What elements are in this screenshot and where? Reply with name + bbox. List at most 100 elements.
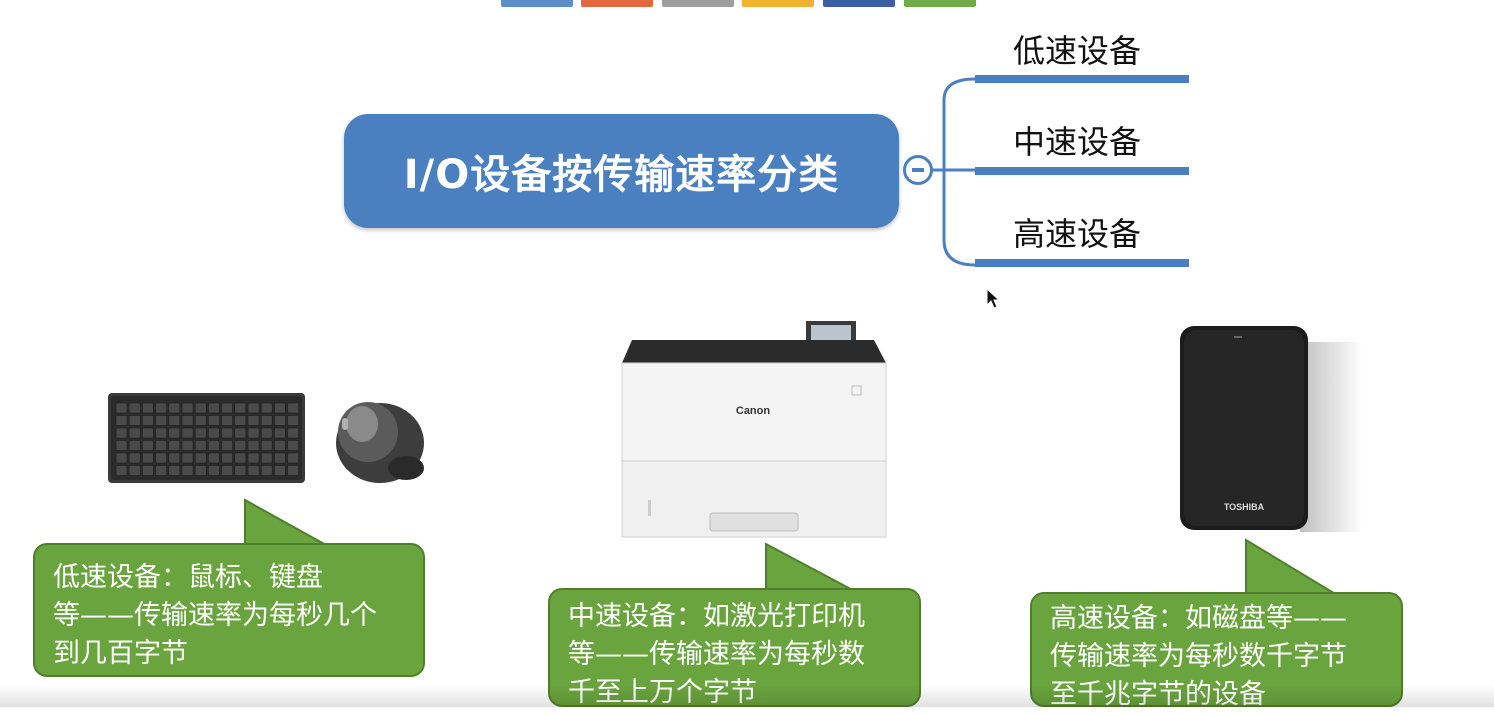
keyboard-key bbox=[287, 452, 299, 464]
keyboard-key bbox=[194, 452, 207, 464]
keyboard-key bbox=[142, 427, 154, 439]
printer-image: Canon bbox=[621, 321, 887, 538]
keyboard-key bbox=[208, 415, 220, 426]
branch-label-low[interactable]: 低速设备 bbox=[1013, 26, 1141, 72]
keyboard-key bbox=[260, 465, 273, 476]
keyboard-key bbox=[194, 440, 207, 451]
callout-low-line-3: 到几百字节 bbox=[53, 638, 188, 669]
keyboard-key bbox=[155, 427, 167, 439]
mindmap-root-label: I/O设备按传输速率分类 bbox=[403, 152, 840, 198]
keyboard-key bbox=[287, 415, 299, 426]
keyboard-key bbox=[287, 465, 299, 476]
keyboard-key bbox=[194, 402, 207, 414]
keyboard-key bbox=[155, 452, 167, 464]
keyboard-key bbox=[234, 427, 247, 439]
keyboard-key bbox=[247, 427, 260, 439]
tab-marker-orange[interactable] bbox=[581, 0, 653, 7]
tab-marker-green[interactable] bbox=[904, 0, 976, 7]
keyboard-key bbox=[247, 440, 260, 451]
keyboard-key bbox=[260, 452, 273, 464]
keyboard-key bbox=[194, 415, 207, 426]
keyboard-key bbox=[234, 402, 247, 414]
keyboard-key bbox=[181, 452, 194, 464]
keyboard-key bbox=[194, 427, 207, 439]
callout-high-line-1: 高速设备：如磁盘等—— bbox=[1050, 603, 1347, 634]
branch-label-mid[interactable]: 中速设备 bbox=[1013, 117, 1141, 163]
callout-mid-line-2: 等——传输速率为每秒数 bbox=[568, 639, 865, 670]
keyboard-key bbox=[234, 415, 247, 426]
keyboard-key bbox=[274, 452, 286, 464]
keyboard-key bbox=[115, 415, 128, 426]
callout-low-speed: 低速设备：鼠标、键盘 等——传输速率为每秒几个 到几百字节 bbox=[33, 543, 425, 677]
printer-brand-label: Canon bbox=[736, 405, 771, 417]
keyboard-key bbox=[208, 427, 220, 439]
keyboard-key bbox=[155, 402, 167, 414]
keyboard-key bbox=[274, 427, 286, 439]
keyboard-key bbox=[115, 440, 128, 451]
keyboard-key bbox=[155, 465, 167, 476]
keyboard-key bbox=[181, 402, 194, 414]
callout-high-line-2: 传输速率为每秒数千字节 bbox=[1050, 641, 1347, 672]
keyboard-key bbox=[247, 452, 260, 464]
mindmap-root-node[interactable]: I/O设备按传输速率分类 bbox=[344, 114, 899, 228]
keyboard-key bbox=[234, 465, 247, 476]
keyboard-key bbox=[128, 415, 141, 426]
tab-marker-darkblue[interactable] bbox=[823, 0, 895, 7]
keyboard-key bbox=[247, 465, 260, 476]
tab-marker-blue[interactable] bbox=[501, 0, 573, 7]
keyboard-key bbox=[274, 440, 286, 451]
keyboard-key bbox=[208, 465, 220, 476]
mouse-image bbox=[336, 402, 424, 483]
tab-marker-gray[interactable] bbox=[662, 0, 734, 7]
keyboard-key bbox=[221, 415, 233, 426]
keyboard-key bbox=[287, 402, 299, 414]
branch-line-mid bbox=[975, 167, 1189, 175]
keyboard-key bbox=[142, 402, 154, 414]
keyboard-key bbox=[115, 427, 128, 439]
keyboard-key bbox=[115, 465, 128, 476]
keyboard-key bbox=[208, 440, 220, 451]
keyboard-key bbox=[208, 452, 220, 464]
keyboard-key bbox=[128, 427, 141, 439]
keyboard-key bbox=[142, 440, 154, 451]
tab-marker-yellow[interactable] bbox=[742, 0, 814, 7]
keyboard-key bbox=[181, 427, 194, 439]
keyboard-key bbox=[168, 440, 181, 451]
branch-label-high[interactable]: 高速设备 bbox=[1013, 209, 1141, 255]
keyboard-key bbox=[155, 440, 167, 451]
keyboard-key bbox=[234, 452, 247, 464]
keyboard-key bbox=[274, 465, 286, 476]
bottom-shade bbox=[0, 685, 1494, 707]
keyboard-key bbox=[115, 402, 128, 414]
keyboard-key bbox=[247, 402, 260, 414]
keyboard-key bbox=[155, 415, 167, 426]
keyboard-key bbox=[260, 415, 273, 426]
slide-tab-strip bbox=[0, 0, 1494, 8]
keyboard-key bbox=[181, 415, 194, 426]
callout-low-line-1: 低速设备：鼠标、键盘 bbox=[53, 562, 323, 593]
keyboard-key bbox=[128, 452, 141, 464]
callout-tail-mid bbox=[765, 542, 861, 594]
keyboard-key bbox=[142, 415, 154, 426]
mouse-cursor-icon bbox=[986, 288, 1001, 309]
keyboard-key bbox=[194, 465, 207, 476]
keyboard-key bbox=[274, 415, 286, 426]
keyboard-key bbox=[128, 402, 141, 414]
keyboard-key bbox=[142, 452, 154, 464]
keyboard-image bbox=[108, 393, 305, 483]
keyboard-key bbox=[260, 440, 273, 451]
keyboard-key bbox=[221, 402, 233, 414]
keyboard-key bbox=[128, 465, 141, 476]
keyboard-key bbox=[181, 465, 194, 476]
keyboard-key bbox=[221, 427, 233, 439]
keyboard-key bbox=[168, 452, 181, 464]
keyboard-key bbox=[128, 440, 141, 451]
keyboard-key bbox=[260, 427, 273, 439]
collapse-toggle-button[interactable] bbox=[903, 155, 933, 185]
keyboard-key bbox=[287, 440, 299, 451]
callout-tail-high bbox=[1245, 538, 1344, 598]
keyboard-key bbox=[115, 452, 128, 464]
drive-brand-label: TOSHIBA bbox=[1224, 502, 1265, 512]
keyboard-key bbox=[168, 465, 181, 476]
keyboard-key bbox=[208, 402, 220, 414]
